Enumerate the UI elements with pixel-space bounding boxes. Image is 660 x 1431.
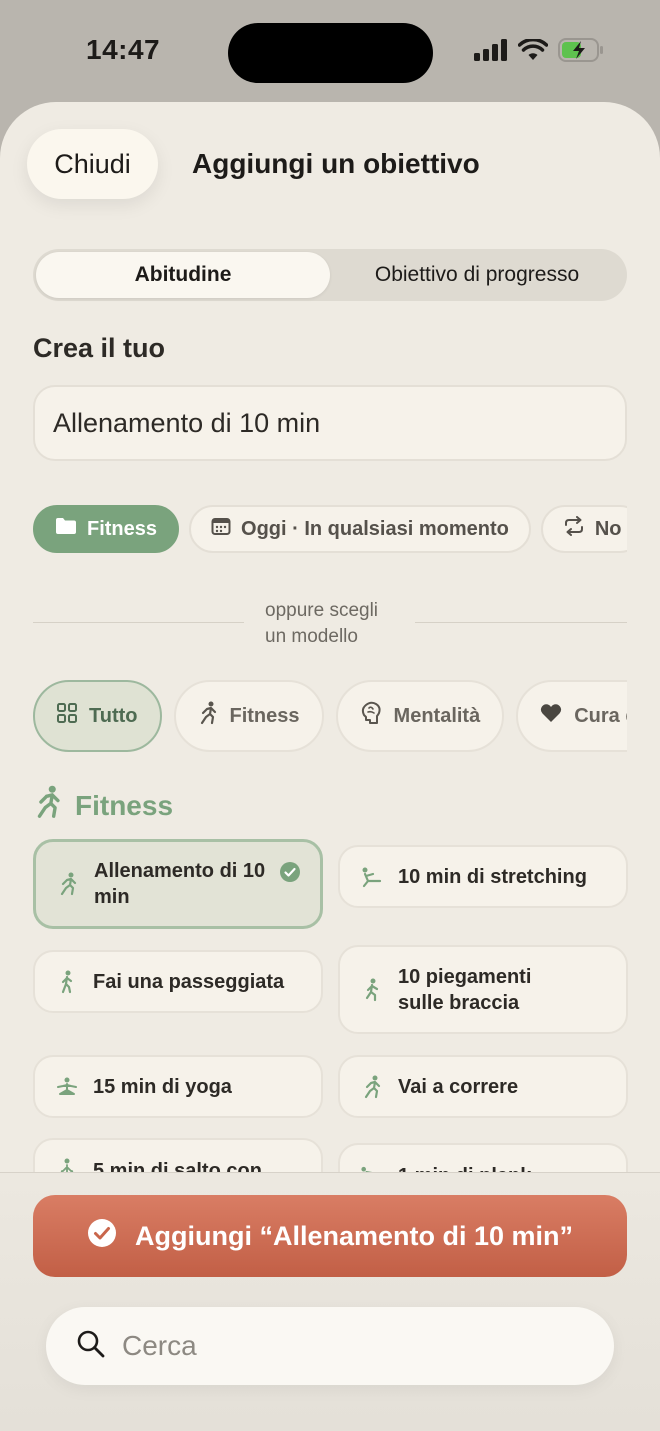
stretching-icon — [360, 866, 384, 888]
cellular-signal-icon — [474, 39, 508, 66]
tab-habit[interactable]: Abitudine — [36, 252, 330, 298]
checkmark-circle-icon — [280, 862, 300, 889]
schedule-option-label: Oggi · In qualsiasi momento — [241, 517, 509, 540]
template-label: Allenamento di 10 min — [94, 860, 266, 908]
category-option-label: Fitness — [87, 517, 158, 540]
template-label: 10 piegamenti sulle braccia — [398, 965, 532, 1014]
template-divider: oppure scegli un modello — [33, 598, 627, 650]
runner-icon — [198, 701, 218, 731]
fitness-group-heading: Fitness — [33, 785, 173, 826]
battery-charging-icon — [558, 38, 604, 67]
search-icon — [76, 1329, 106, 1364]
close-button[interactable]: Chiudi — [27, 129, 158, 199]
repeat-icon — [563, 516, 585, 542]
status-time: 14:47 — [86, 34, 161, 65]
folder-icon — [55, 517, 77, 541]
template-run[interactable]: Vai a correre — [338, 1055, 628, 1118]
template-walk[interactable]: Fai una passeggiata — [33, 950, 323, 1013]
template-stretching[interactable]: 10 min di stretching — [338, 845, 628, 908]
divider-text-line2: un modello — [265, 626, 358, 647]
divider-text-line1: oppure scegli — [265, 600, 379, 621]
heart-icon — [540, 703, 562, 729]
create-own-heading: Crea il tuo — [33, 333, 166, 363]
fitness-group-title: Fitness — [75, 789, 174, 821]
goal-name-input[interactable] — [33, 385, 627, 461]
running-icon — [56, 872, 80, 896]
template-label: Vai a correre — [398, 1075, 519, 1098]
wifi-icon — [517, 37, 549, 66]
template-label: Fai una passeggiata — [93, 970, 285, 993]
sheet-title: Aggiungi un obiettivo — [192, 148, 480, 179]
search-input[interactable] — [122, 1330, 584, 1362]
goal-type-segmented-control: Abitudine Obiettivo di progresso — [33, 249, 627, 301]
repeat-option-chip[interactable]: No — [540, 505, 627, 553]
pushup-icon — [360, 978, 384, 1002]
template-category-filter: Tutto Fitness Mentalità Cura d — [33, 680, 627, 752]
template-label: 15 min di yoga — [93, 1075, 232, 1098]
divider-line-right — [415, 622, 627, 623]
calendar-icon — [211, 516, 231, 542]
search-field[interactable] — [46, 1307, 614, 1385]
schedule-option-chip[interactable]: Oggi · In qualsiasi momento — [189, 505, 531, 553]
category-option-chip[interactable]: Fitness — [33, 505, 180, 553]
divider-line-left — [33, 622, 244, 623]
filter-mindset-label: Mentalità — [393, 704, 481, 727]
dynamic-island — [228, 23, 433, 83]
walking-icon — [55, 970, 79, 994]
brain-icon — [360, 701, 382, 731]
checkmark-circle-icon — [87, 1218, 117, 1255]
template-yoga[interactable]: 15 min di yoga — [33, 1055, 323, 1118]
template-10-min-workout[interactable]: Allenamento di 10 min — [33, 839, 323, 929]
running-icon — [33, 785, 63, 826]
divider-text: oppure scegli un modello — [265, 598, 378, 650]
bottom-action-area: Aggiungi “Allenamento di 10 min” — [0, 1172, 660, 1431]
filter-all-label: Tutto — [89, 704, 138, 727]
repeat-option-label: No — [594, 517, 622, 540]
filter-fitness-label: Fitness — [229, 704, 300, 727]
template-label: 10 min di stretching — [398, 865, 587, 888]
goal-options-row: Fitness Oggi · In qualsiasi momento No — [33, 505, 627, 553]
grid-icon — [57, 703, 77, 729]
yoga-icon — [55, 1077, 79, 1097]
add-goal-button-label: Aggiungi “Allenamento di 10 min” — [134, 1220, 574, 1251]
filter-selfcare-label: Cura d — [574, 704, 627, 727]
add-goal-sheet: Chiudi Aggiungi un obiettivo Abitudine O… — [0, 102, 660, 1431]
status-bar: 14:47 — [0, 0, 660, 100]
run-icon — [360, 1075, 384, 1099]
filter-mindset-chip[interactable]: Mentalità — [335, 680, 505, 752]
filter-all-chip[interactable]: Tutto — [33, 680, 162, 752]
template-pushups[interactable]: 10 piegamenti sulle braccia — [338, 945, 628, 1034]
status-icons — [474, 37, 604, 67]
filter-fitness-chip[interactable]: Fitness — [173, 680, 324, 752]
filter-selfcare-chip[interactable]: Cura d — [516, 680, 627, 752]
tab-progress-goal[interactable]: Obiettivo di progresso — [330, 252, 624, 298]
add-goal-button[interactable]: Aggiungi “Allenamento di 10 min” — [33, 1195, 627, 1277]
